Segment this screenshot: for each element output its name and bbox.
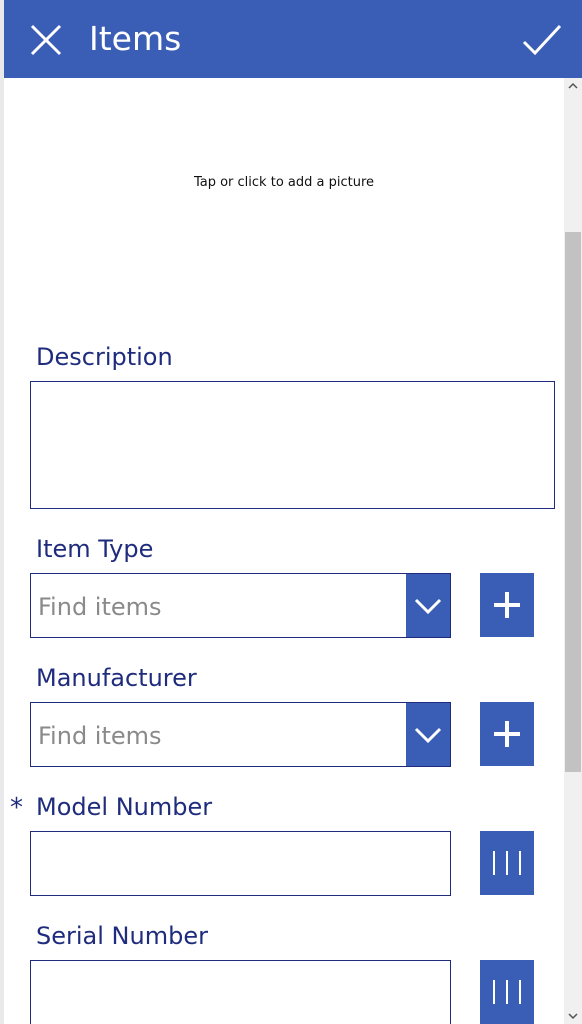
chevron-up-icon <box>568 82 578 89</box>
page-title: Items <box>89 19 182 58</box>
scan-serial-number-button[interactable] <box>480 960 534 1024</box>
manufacturer-combobox[interactable] <box>30 702 451 767</box>
add-manufacturer-button[interactable] <box>480 702 534 766</box>
confirm-button[interactable] <box>520 20 564 60</box>
form-content: Tap or click to add a picture Descriptio… <box>4 78 564 1024</box>
description-input[interactable] <box>30 381 555 509</box>
checkmark-icon <box>522 24 562 56</box>
app-header: Items <box>4 0 582 78</box>
manufacturer-search-input[interactable] <box>36 703 400 766</box>
item-type-label: Item Type <box>36 535 154 563</box>
description-label: Description <box>36 343 173 371</box>
barcode-icon <box>493 980 521 1004</box>
close-button[interactable] <box>26 20 66 60</box>
chevron-down-icon <box>568 1013 578 1020</box>
scan-model-number-button[interactable] <box>480 831 534 895</box>
chevron-down-icon <box>414 598 442 614</box>
serial-number-label: Serial Number <box>36 922 208 950</box>
required-marker: * <box>10 793 23 823</box>
model-number-label: Model Number <box>36 793 213 821</box>
close-icon <box>30 24 62 56</box>
barcode-icon <box>493 851 521 875</box>
plus-icon <box>494 592 520 618</box>
manufacturer-label: Manufacturer <box>36 664 197 692</box>
add-picture-area[interactable]: Tap or click to add a picture <box>4 78 564 288</box>
plus-icon <box>494 721 520 747</box>
add-picture-prompt: Tap or click to add a picture <box>193 174 375 190</box>
serial-number-input[interactable] <box>30 960 451 1024</box>
scroll-down-button[interactable] <box>564 1008 582 1024</box>
scrollbar-thumb[interactable] <box>565 232 581 772</box>
scroll-up-button[interactable] <box>564 78 582 94</box>
chevron-down-icon <box>414 727 442 743</box>
vertical-scrollbar[interactable] <box>564 78 582 1024</box>
item-type-search-input[interactable] <box>36 574 400 637</box>
manufacturer-dropdown-button[interactable] <box>406 703 450 766</box>
item-type-combobox[interactable] <box>30 573 451 638</box>
item-type-dropdown-button[interactable] <box>406 574 450 637</box>
add-item-type-button[interactable] <box>480 573 534 637</box>
model-number-input[interactable] <box>30 831 451 896</box>
